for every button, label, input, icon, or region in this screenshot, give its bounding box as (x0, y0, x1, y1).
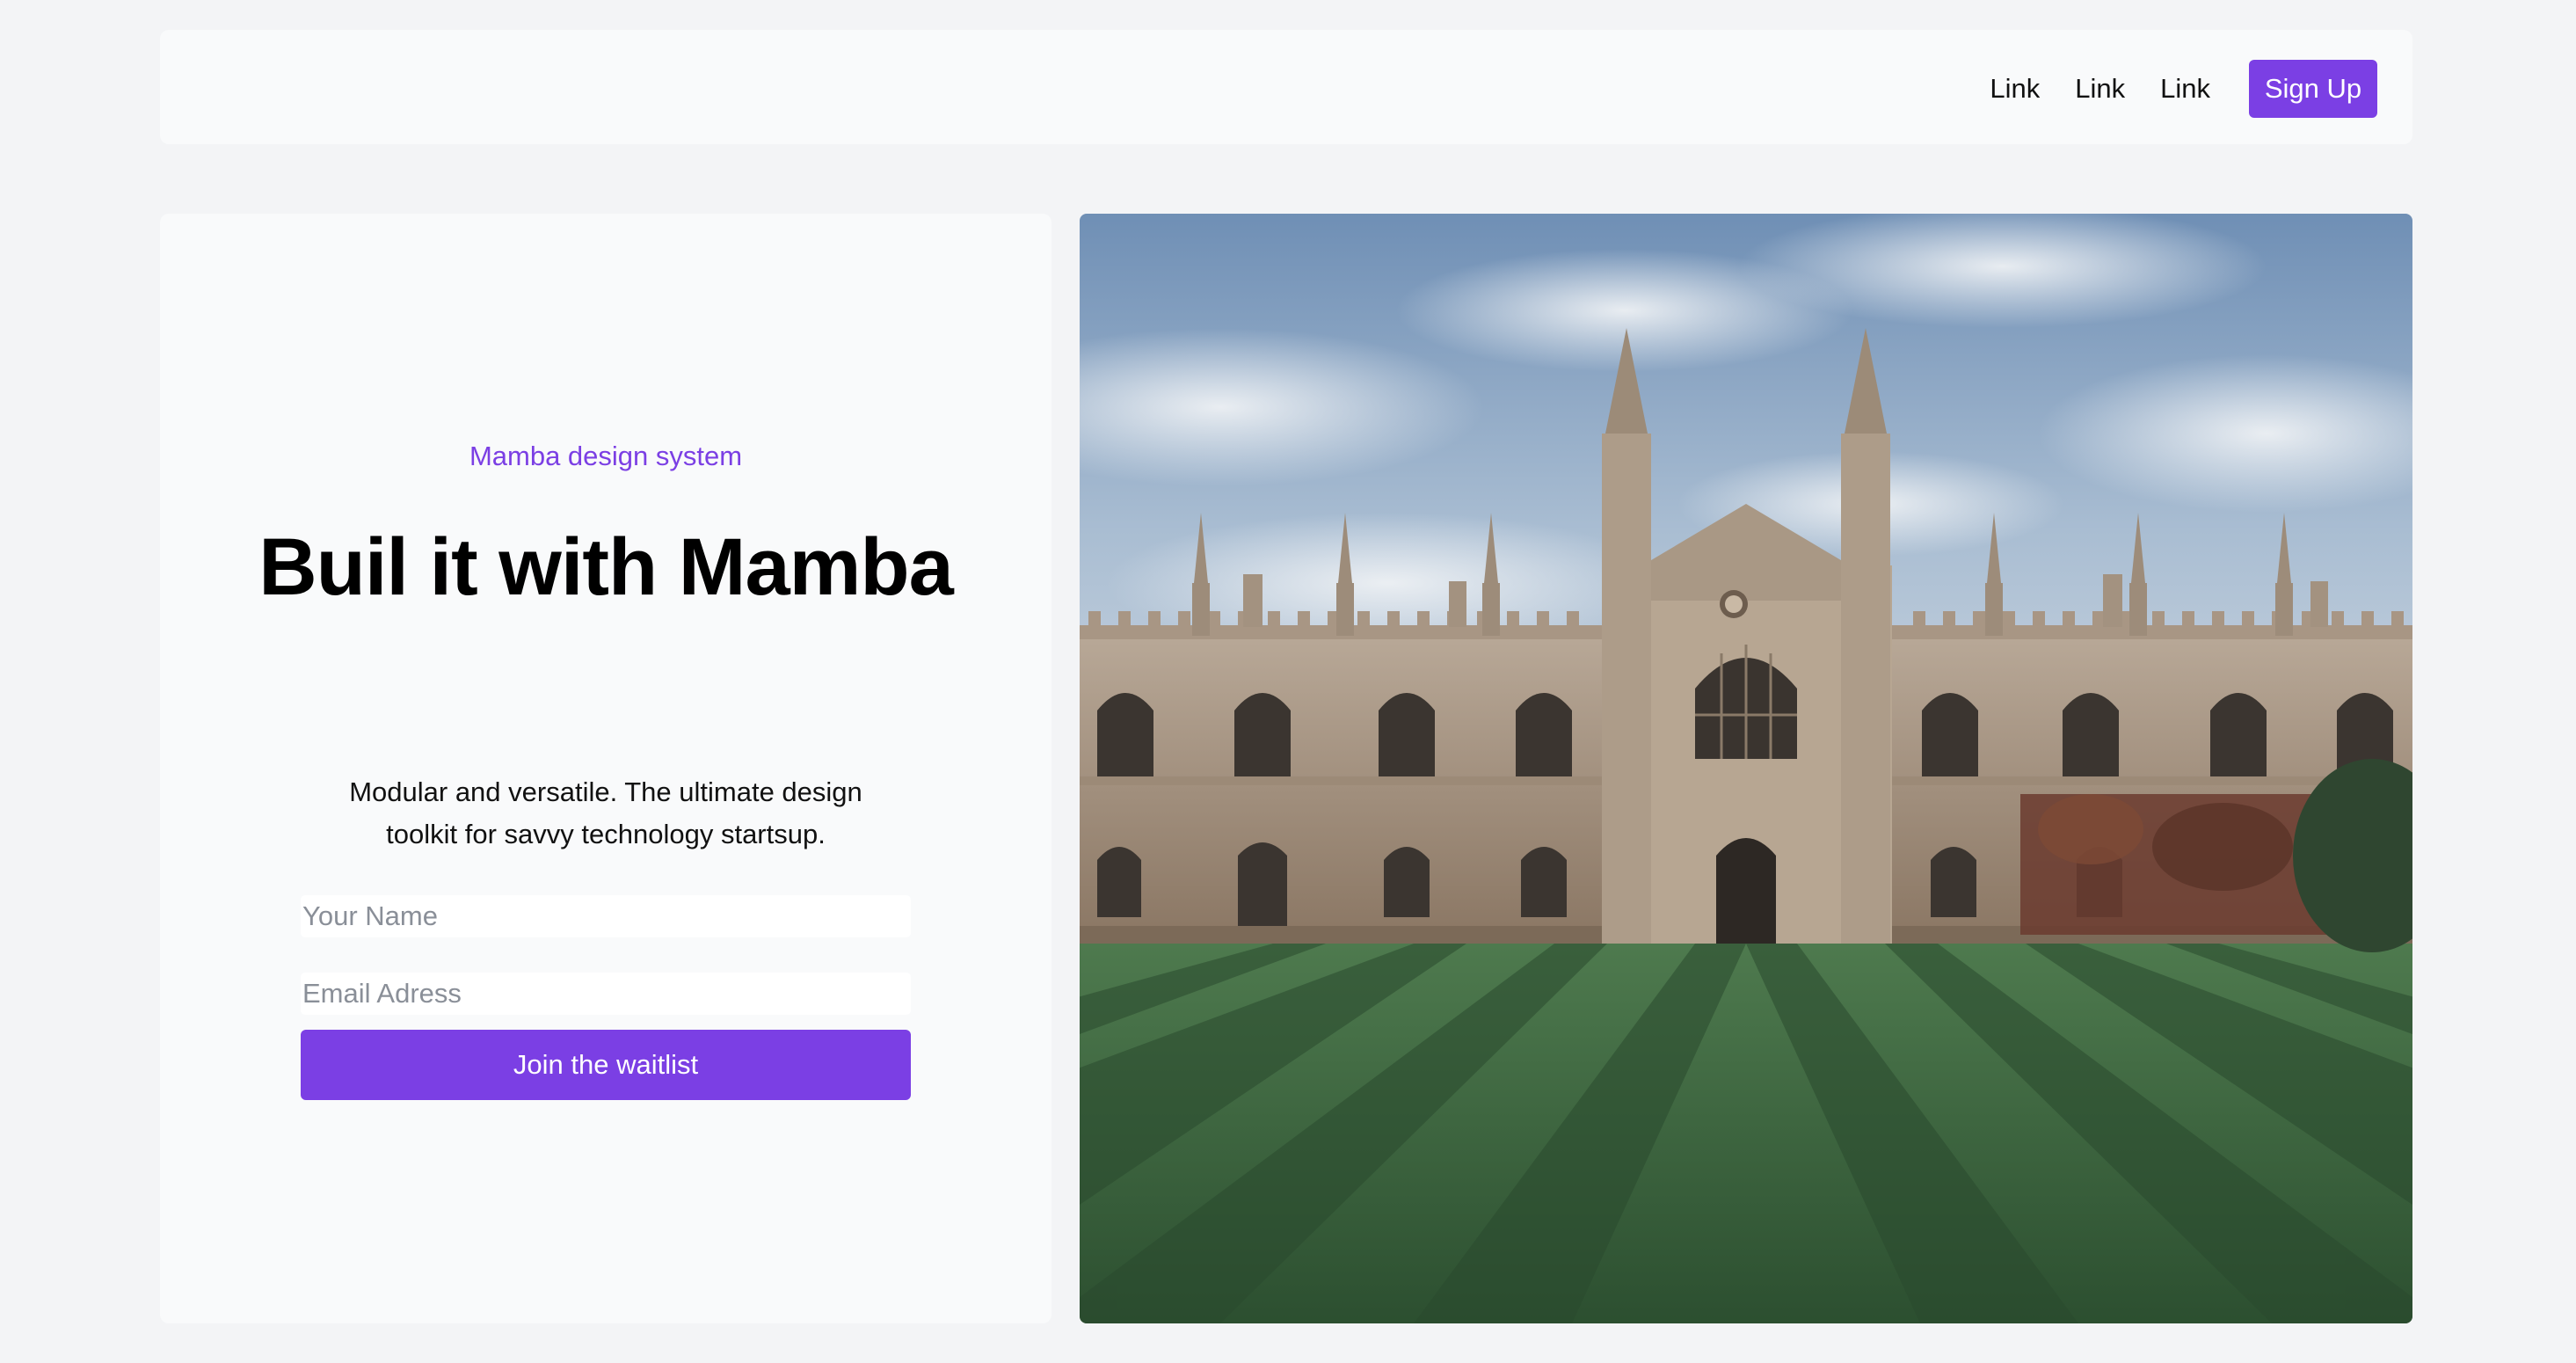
subtitle-text: Modular and versatile. The ultimate desi… (349, 776, 862, 849)
nav-link-1[interactable]: Link (1990, 73, 2040, 105)
nav-link-3[interactable]: Link (2160, 73, 2210, 105)
nav-link-2[interactable]: Link (2075, 73, 2125, 105)
eyebrow-text: Mamba design system (469, 441, 743, 471)
nav-links: Link Link Link Sign Up (1990, 60, 2377, 118)
hero-image (1080, 214, 2412, 1323)
email-input[interactable] (301, 973, 911, 1015)
join-waitlist-button[interactable]: Join the waitlist (301, 1030, 911, 1100)
sign-up-button[interactable]: Sign Up (2249, 60, 2377, 118)
page-title: Buil it with Mamba (258, 522, 954, 612)
name-input[interactable] (301, 895, 911, 937)
signup-card: Mamba design system Buil it with Mamba M… (160, 214, 1052, 1323)
top-navbar: Link Link Link Sign Up (160, 30, 2412, 144)
